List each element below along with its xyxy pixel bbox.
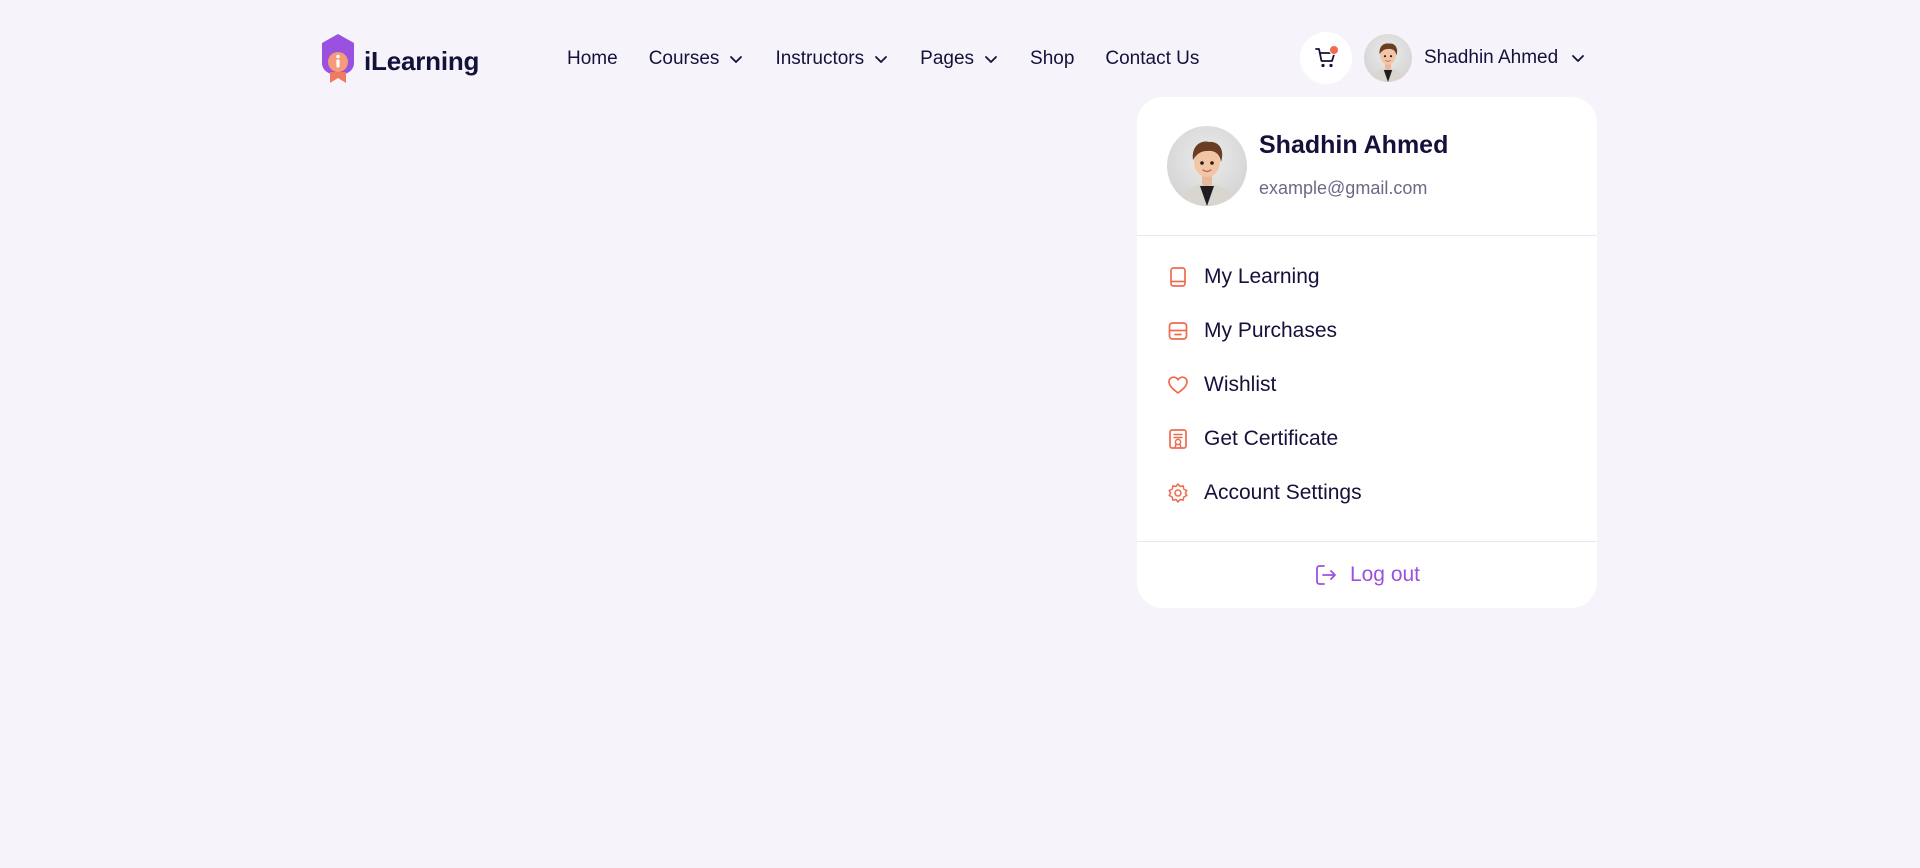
user-menu-toggle[interactable]: Shadhin Ahmed	[1364, 32, 1586, 84]
nav-courses[interactable]: Courses	[649, 48, 745, 70]
logout-label: Log out	[1349, 563, 1421, 586]
nav-home[interactable]: Home	[567, 48, 618, 70]
site-header: iLearning Home Courses Instructors Pages…	[0, 0, 1920, 118]
menu-item-wishlist[interactable]: Wishlist	[1137, 358, 1597, 412]
logout-icon	[1316, 565, 1336, 585]
nav-pages-label: Pages	[920, 48, 975, 69]
nav-courses-label: Courses	[648, 48, 720, 69]
avatar	[1167, 126, 1247, 206]
logout-button[interactable]: Log out	[1314, 563, 1420, 587]
brand-logo[interactable]: iLearning	[318, 32, 479, 84]
cart-button[interactable]	[1300, 32, 1352, 84]
book-icon	[1167, 266, 1189, 288]
menu-item-label: Wishlist	[1204, 373, 1277, 396]
certificate-icon	[1167, 428, 1189, 450]
nav-contact[interactable]: Contact Us	[1105, 48, 1199, 70]
chevron-down-icon	[1570, 50, 1586, 66]
menu-item-label: My Learning	[1204, 265, 1320, 288]
purchases-icon	[1167, 320, 1189, 342]
main-nav: Home Courses Instructors Pages Shop Cont…	[567, 44, 1230, 74]
dropdown-menu: My Learning My Purchases Wishlist Get Ce…	[1137, 250, 1597, 520]
menu-item-my-learning[interactable]: My Learning	[1137, 250, 1597, 304]
gear-icon	[1167, 482, 1189, 504]
brand-name: iLearning	[364, 45, 480, 76]
user-name: Shadhin Ahmed	[1424, 47, 1559, 68]
menu-item-label: Get Certificate	[1204, 427, 1339, 450]
heart-icon	[1167, 374, 1189, 396]
menu-item-get-certificate[interactable]: Get Certificate	[1137, 412, 1597, 466]
avatar	[1364, 34, 1412, 82]
nav-contact-label: Contact Us	[1105, 48, 1200, 69]
chevron-down-icon	[983, 51, 999, 67]
nav-shop[interactable]: Shop	[1030, 48, 1074, 70]
menu-item-my-purchases[interactable]: My Purchases	[1137, 304, 1597, 358]
cart-badge	[1329, 45, 1339, 55]
menu-item-account-settings[interactable]: Account Settings	[1137, 466, 1597, 520]
menu-item-label: Account Settings	[1204, 481, 1362, 504]
dropdown-footer: Log out	[1137, 541, 1597, 608]
nav-instructors-label: Instructors	[775, 48, 865, 69]
profile-summary: Shadhin Ahmed example@gmail.com	[1137, 97, 1597, 236]
user-dropdown: Shadhin Ahmed example@gmail.com My Learn…	[1137, 97, 1597, 608]
nav-pages[interactable]: Pages	[920, 48, 999, 70]
nav-home-label: Home	[567, 48, 618, 69]
chevron-down-icon	[873, 51, 889, 67]
profile-name: Shadhin Ahmed	[1259, 131, 1449, 159]
profile-email: example@gmail.com	[1259, 178, 1428, 198]
nav-instructors[interactable]: Instructors	[775, 48, 889, 70]
shield-i-logo-icon	[318, 32, 358, 84]
menu-item-label: My Purchases	[1204, 319, 1338, 342]
nav-shop-label: Shop	[1030, 48, 1075, 69]
chevron-down-icon	[728, 51, 744, 67]
